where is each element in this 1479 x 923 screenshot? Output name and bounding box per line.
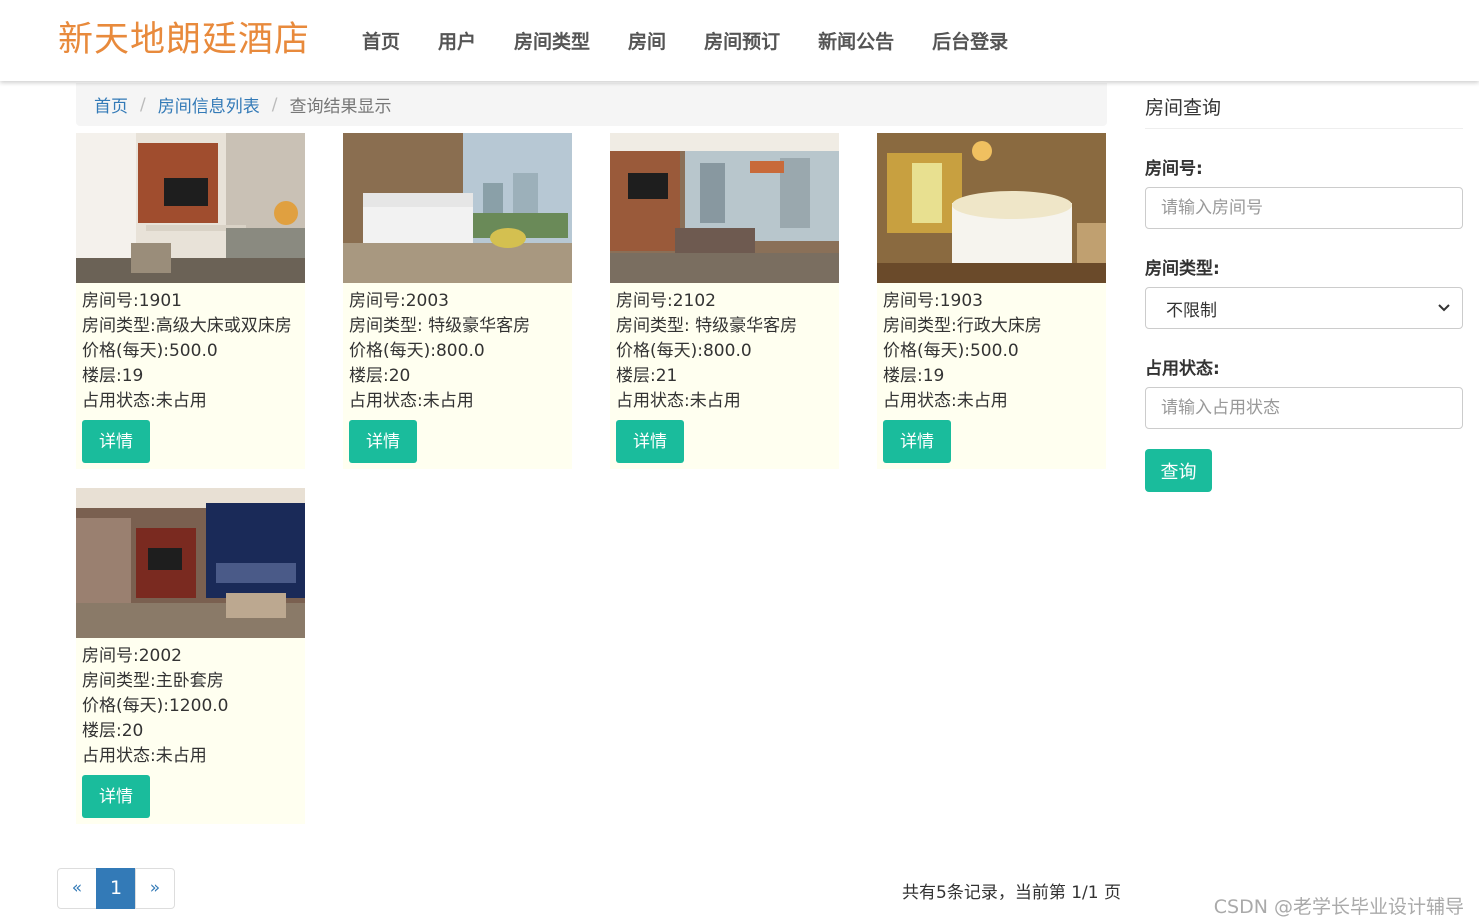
room-card: 房间号:1901 房间类型:高级大床或双床房 价格(每天):500.0 楼层:1… — [76, 133, 305, 469]
site-logo-title[interactable]: 新天地朗廷酒店 — [58, 11, 310, 62]
breadcrumb: 首页 / 房间信息列表 / 查询结果显示 — [76, 83, 1107, 126]
room-number-label: 房间号: — [1145, 159, 1203, 179]
breadcrumb-list-link[interactable]: 房间信息列表 — [158, 92, 260, 117]
room-price: 价格(每天):1200.0 — [82, 696, 229, 716]
nav-item-rooms[interactable]: 房间 — [628, 27, 666, 54]
prev-page-button[interactable]: « — [57, 868, 97, 909]
watermark: CSDN @老学长毕业设计辅导 — [1213, 896, 1464, 918]
room-floor: 楼层:21 — [616, 366, 678, 386]
nav-item-user[interactable]: 用户 — [438, 27, 476, 54]
search-panel-title: 房间查询 — [1145, 83, 1463, 129]
breadcrumb-home-link[interactable]: 首页 — [94, 92, 128, 117]
status-label: 占用状态: — [1145, 359, 1220, 379]
room-status: 占用状态:未占用 — [82, 391, 207, 411]
room-number: 房间号:2002 — [82, 646, 182, 666]
nav-item-home[interactable]: 首页 — [362, 27, 400, 54]
detail-button[interactable]: 详情 — [349, 420, 417, 463]
status-input[interactable] — [1145, 387, 1463, 429]
room-floor: 楼层:19 — [883, 366, 945, 386]
room-price: 价格(每天):500.0 — [82, 341, 218, 361]
room-type: 房间类型:高级大床或双床房 — [82, 316, 292, 336]
room-card: 房间号:2002 房间类型:主卧套房 价格(每天):1200.0 楼层:20 占… — [76, 488, 305, 824]
breadcrumb-separator: / — [140, 94, 146, 115]
room-type-label: 房间类型: — [1145, 259, 1220, 279]
room-type: 房间类型: 特级豪华客房 — [616, 316, 798, 336]
room-floor: 楼层:20 — [82, 721, 144, 741]
room-status: 占用状态:未占用 — [349, 391, 474, 411]
room-search-panel: 房间查询 房间号: 房间类型: 不限制 占用状态: 查询 — [1145, 83, 1463, 492]
room-price: 价格(每天):800.0 — [616, 341, 752, 361]
chevron-down-icon — [1438, 300, 1450, 316]
search-button[interactable]: 查询 — [1145, 449, 1212, 492]
room-photo[interactable] — [343, 133, 572, 283]
pagination: « 1 » — [57, 868, 175, 909]
page-info: 共有5条记录，当前第 1/1 页 — [902, 883, 1121, 903]
breadcrumb-separator: / — [271, 94, 278, 115]
room-photo[interactable] — [76, 133, 305, 283]
room-type: 房间类型:主卧套房 — [82, 671, 224, 691]
room-price: 价格(每天):500.0 — [883, 341, 1019, 361]
nav-item-room-types[interactable]: 房间类型 — [514, 27, 590, 54]
room-number: 房间号:2003 — [349, 291, 449, 311]
nav-item-booking[interactable]: 房间预订 — [704, 27, 780, 54]
room-number: 房间号:2102 — [616, 291, 716, 311]
room-status: 占用状态:未占用 — [616, 391, 741, 411]
top-navbar: 新天地朗廷酒店 首页 用户 房间类型 房间 房间预订 新闻公告 后台登录 — [0, 0, 1479, 81]
room-floor: 楼层:20 — [349, 366, 411, 386]
breadcrumb-current: 查询结果显示 — [289, 97, 392, 117]
room-photo[interactable] — [76, 488, 305, 638]
detail-button[interactable]: 详情 — [82, 775, 150, 818]
room-card: 房间号:2102 房间类型: 特级豪华客房 价格(每天):800.0 楼层:21… — [610, 133, 839, 469]
room-type-selected: 不限制 — [1166, 300, 1217, 321]
room-photo[interactable] — [610, 133, 839, 283]
room-card: 房间号:1903 房间类型:行政大床房 价格(每天):500.0 楼层:19 占… — [877, 133, 1106, 469]
detail-button[interactable]: 详情 — [82, 420, 150, 463]
room-card: 房间号:2003 房间类型: 特级豪华客房 价格(每天):800.0 楼层:20… — [343, 133, 572, 469]
nav-item-news[interactable]: 新闻公告 — [818, 27, 894, 54]
nav-item-admin-login[interactable]: 后台登录 — [932, 27, 1008, 54]
room-floor: 楼层:19 — [82, 366, 144, 386]
room-number: 房间号:1901 — [82, 291, 182, 311]
room-status: 占用状态:未占用 — [883, 391, 1008, 411]
room-price: 价格(每天):800.0 — [349, 341, 485, 361]
room-type: 房间类型:行政大床房 — [883, 316, 1042, 336]
detail-button[interactable]: 详情 — [616, 420, 684, 463]
page-1-button[interactable]: 1 — [96, 868, 136, 909]
room-type-select[interactable]: 不限制 — [1145, 287, 1463, 329]
room-number: 房间号:1903 — [883, 291, 983, 311]
room-type: 房间类型: 特级豪华客房 — [349, 316, 531, 336]
room-photo[interactable] — [877, 133, 1106, 283]
detail-button[interactable]: 详情 — [883, 420, 951, 463]
room-status: 占用状态:未占用 — [82, 746, 207, 766]
room-number-input[interactable] — [1145, 187, 1463, 229]
main-nav: 首页 用户 房间类型 房间 房间预订 新闻公告 后台登录 — [362, 0, 1046, 81]
next-page-button[interactable]: » — [135, 868, 175, 909]
